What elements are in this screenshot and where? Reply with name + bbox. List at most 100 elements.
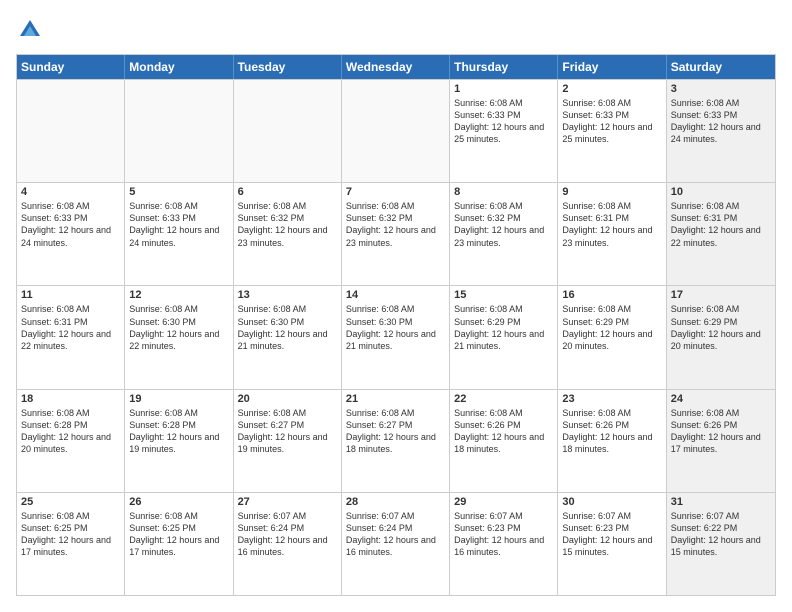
header-day-monday: Monday [125,55,233,79]
header-day-thursday: Thursday [450,55,558,79]
calendar-cell: 28 Sunrise: 6:07 AM Sunset: 6:24 PM Dayli… [342,493,450,595]
day-number: 6 [238,186,337,198]
day-info: Sunrise: 6:08 AM Sunset: 6:26 PM Dayligh… [671,407,771,456]
day-number: 15 [454,289,553,301]
calendar-cell: 23 Sunrise: 6:08 AM Sunset: 6:26 PM Dayli… [558,390,666,492]
day-number: 10 [671,186,771,198]
calendar-cell: 29 Sunrise: 6:07 AM Sunset: 6:23 PM Dayli… [450,493,558,595]
calendar-cell: 16 Sunrise: 6:08 AM Sunset: 6:29 PM Dayli… [558,286,666,388]
day-number: 30 [562,496,661,508]
calendar-cell [234,80,342,182]
day-number: 20 [238,393,337,405]
day-info: Sunrise: 6:08 AM Sunset: 6:32 PM Dayligh… [454,200,553,249]
day-info: Sunrise: 6:08 AM Sunset: 6:32 PM Dayligh… [238,200,337,249]
calendar-cell: 27 Sunrise: 6:07 AM Sunset: 6:24 PM Dayli… [234,493,342,595]
calendar-cell: 2 Sunrise: 6:08 AM Sunset: 6:33 PM Daylig… [558,80,666,182]
calendar-cell: 17Sunrise: 6:08 AM Sunset: 6:29 PM Dayli… [667,286,775,388]
day-number: 1 [454,83,553,95]
day-info: Sunrise: 6:08 AM Sunset: 6:33 PM Dayligh… [129,200,228,249]
day-number: 9 [562,186,661,198]
day-info: Sunrise: 6:08 AM Sunset: 6:29 PM Dayligh… [671,303,771,352]
calendar-cell: 10Sunrise: 6:08 AM Sunset: 6:31 PM Dayli… [667,183,775,285]
day-number: 27 [238,496,337,508]
day-info: Sunrise: 6:08 AM Sunset: 6:26 PM Dayligh… [454,407,553,456]
day-number: 3 [671,83,771,95]
day-info: Sunrise: 6:08 AM Sunset: 6:33 PM Dayligh… [21,200,120,249]
logo [16,16,46,44]
day-info: Sunrise: 6:08 AM Sunset: 6:30 PM Dayligh… [129,303,228,352]
day-info: Sunrise: 6:08 AM Sunset: 6:32 PM Dayligh… [346,200,445,249]
page: SundayMondayTuesdayWednesdayThursdayFrid… [0,0,792,612]
day-number: 4 [21,186,120,198]
day-info: Sunrise: 6:08 AM Sunset: 6:25 PM Dayligh… [21,510,120,559]
day-number: 31 [671,496,771,508]
day-number: 11 [21,289,120,301]
day-info: Sunrise: 6:07 AM Sunset: 6:24 PM Dayligh… [238,510,337,559]
calendar-cell: 18Sunrise: 6:08 AM Sunset: 6:28 PM Dayli… [17,390,125,492]
day-number: 16 [562,289,661,301]
calendar-cell: 1 Sunrise: 6:08 AM Sunset: 6:33 PM Daylig… [450,80,558,182]
logo-icon [16,16,44,44]
header-day-sunday: Sunday [17,55,125,79]
header [16,16,776,44]
day-number: 26 [129,496,228,508]
day-info: Sunrise: 6:08 AM Sunset: 6:28 PM Dayligh… [129,407,228,456]
day-info: Sunrise: 6:07 AM Sunset: 6:22 PM Dayligh… [671,510,771,559]
calendar-row-3: 11 Sunrise: 6:08 AM Sunset: 6:31 PM Dayli… [17,285,775,388]
calendar-cell: 3 Sunrise: 6:08 AM Sunset: 6:33 PM Daylig… [667,80,775,182]
day-number: 21 [346,393,445,405]
calendar-cell: 20Sunrise: 6:08 AM Sunset: 6:27 PM Dayli… [234,390,342,492]
day-number: 22 [454,393,553,405]
calendar-cell: 4 Sunrise: 6:08 AM Sunset: 6:33 PM Daylig… [17,183,125,285]
calendar-cell: 13 Sunrise: 6:08 AM Sunset: 6:30 PM Dayli… [234,286,342,388]
day-info: Sunrise: 6:08 AM Sunset: 6:26 PM Dayligh… [562,407,661,456]
day-number: 28 [346,496,445,508]
day-info: Sunrise: 6:07 AM Sunset: 6:23 PM Dayligh… [562,510,661,559]
day-info: Sunrise: 6:08 AM Sunset: 6:30 PM Dayligh… [238,303,337,352]
day-number: 12 [129,289,228,301]
day-number: 5 [129,186,228,198]
day-number: 8 [454,186,553,198]
day-number: 23 [562,393,661,405]
calendar-cell: 5 Sunrise: 6:08 AM Sunset: 6:33 PM Daylig… [125,183,233,285]
day-number: 29 [454,496,553,508]
calendar-cell: 15 Sunrise: 6:08 AM Sunset: 6:29 PM Dayli… [450,286,558,388]
day-info: Sunrise: 6:08 AM Sunset: 6:31 PM Dayligh… [21,303,120,352]
calendar-cell: 25Sunrise: 6:08 AM Sunset: 6:25 PM Dayli… [17,493,125,595]
day-info: Sunrise: 6:08 AM Sunset: 6:27 PM Dayligh… [346,407,445,456]
calendar-cell: 12 Sunrise: 6:08 AM Sunset: 6:30 PM Dayli… [125,286,233,388]
day-info: Sunrise: 6:08 AM Sunset: 6:28 PM Dayligh… [21,407,120,456]
calendar-row-5: 25Sunrise: 6:08 AM Sunset: 6:25 PM Dayli… [17,492,775,595]
day-number: 2 [562,83,661,95]
calendar-cell: 21 Sunrise: 6:08 AM Sunset: 6:27 PM Dayli… [342,390,450,492]
calendar-cell: 31 Sunrise: 6:07 AM Sunset: 6:22 PM Dayli… [667,493,775,595]
calendar-cell: 19Sunrise: 6:08 AM Sunset: 6:28 PM Dayli… [125,390,233,492]
calendar-header: SundayMondayTuesdayWednesdayThursdayFrid… [17,55,775,79]
calendar-cell: 24 Sunrise: 6:08 AM Sunset: 6:26 PM Dayli… [667,390,775,492]
day-info: Sunrise: 6:08 AM Sunset: 6:25 PM Dayligh… [129,510,228,559]
calendar-cell: 7 Sunrise: 6:08 AM Sunset: 6:32 PM Daylig… [342,183,450,285]
calendar-cell [125,80,233,182]
calendar-cell: 26 Sunrise: 6:08 AM Sunset: 6:25 PM Dayli… [125,493,233,595]
calendar-row-1: 1 Sunrise: 6:08 AM Sunset: 6:33 PM Daylig… [17,79,775,182]
day-info: Sunrise: 6:08 AM Sunset: 6:33 PM Dayligh… [562,97,661,146]
calendar-cell: 30 Sunrise: 6:07 AM Sunset: 6:23 PM Dayli… [558,493,666,595]
day-info: Sunrise: 6:07 AM Sunset: 6:23 PM Dayligh… [454,510,553,559]
day-number: 24 [671,393,771,405]
calendar-row-2: 4 Sunrise: 6:08 AM Sunset: 6:33 PM Daylig… [17,182,775,285]
day-info: Sunrise: 6:08 AM Sunset: 6:29 PM Dayligh… [454,303,553,352]
day-info: Sunrise: 6:07 AM Sunset: 6:24 PM Dayligh… [346,510,445,559]
header-day-tuesday: Tuesday [234,55,342,79]
calendar-body: 1 Sunrise: 6:08 AM Sunset: 6:33 PM Daylig… [17,79,775,595]
calendar-cell: 22 Sunrise: 6:08 AM Sunset: 6:26 PM Dayli… [450,390,558,492]
day-number: 13 [238,289,337,301]
calendar-cell [342,80,450,182]
calendar-cell: 14Sunrise: 6:08 AM Sunset: 6:30 PM Dayli… [342,286,450,388]
day-info: Sunrise: 6:08 AM Sunset: 6:33 PM Dayligh… [671,97,771,146]
day-number: 7 [346,186,445,198]
day-info: Sunrise: 6:08 AM Sunset: 6:29 PM Dayligh… [562,303,661,352]
calendar-row-4: 18Sunrise: 6:08 AM Sunset: 6:28 PM Dayli… [17,389,775,492]
day-info: Sunrise: 6:08 AM Sunset: 6:33 PM Dayligh… [454,97,553,146]
calendar-cell: 6 Sunrise: 6:08 AM Sunset: 6:32 PM Daylig… [234,183,342,285]
calendar-cell: 9Sunrise: 6:08 AM Sunset: 6:31 PM Daylig… [558,183,666,285]
